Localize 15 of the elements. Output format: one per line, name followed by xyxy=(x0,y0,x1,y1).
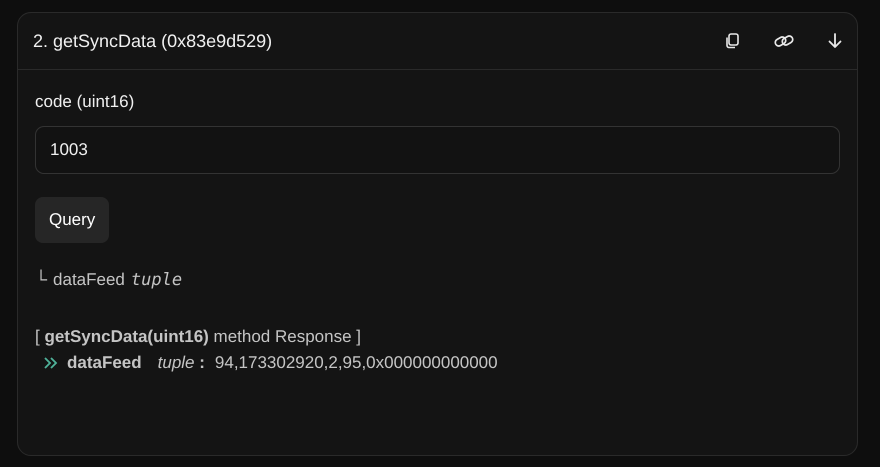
link-icon[interactable] xyxy=(773,32,795,50)
double-chevron-icon xyxy=(43,356,59,370)
response-name: dataFeed xyxy=(67,353,142,373)
input-field[interactable]: 1003 xyxy=(35,126,840,174)
output-type: tuple xyxy=(130,270,182,290)
response-type: tuple : xyxy=(158,353,205,373)
parameter-label: code (uint16) xyxy=(35,92,136,112)
tree-branch-glyph: └ xyxy=(35,270,48,290)
copy-icon[interactable] xyxy=(723,32,741,50)
query-button[interactable]: Query xyxy=(35,197,110,243)
output-name: dataFeed xyxy=(53,270,125,290)
download-arrow-icon[interactable] xyxy=(827,32,843,50)
response-value: 94,173302920,2,95,0x000000000000 xyxy=(214,353,498,373)
response-heading: [ getSyncData(uint16) method Response ] xyxy=(35,327,362,347)
function-title: 2. getSyncData (0x83e9d529) xyxy=(33,30,272,52)
